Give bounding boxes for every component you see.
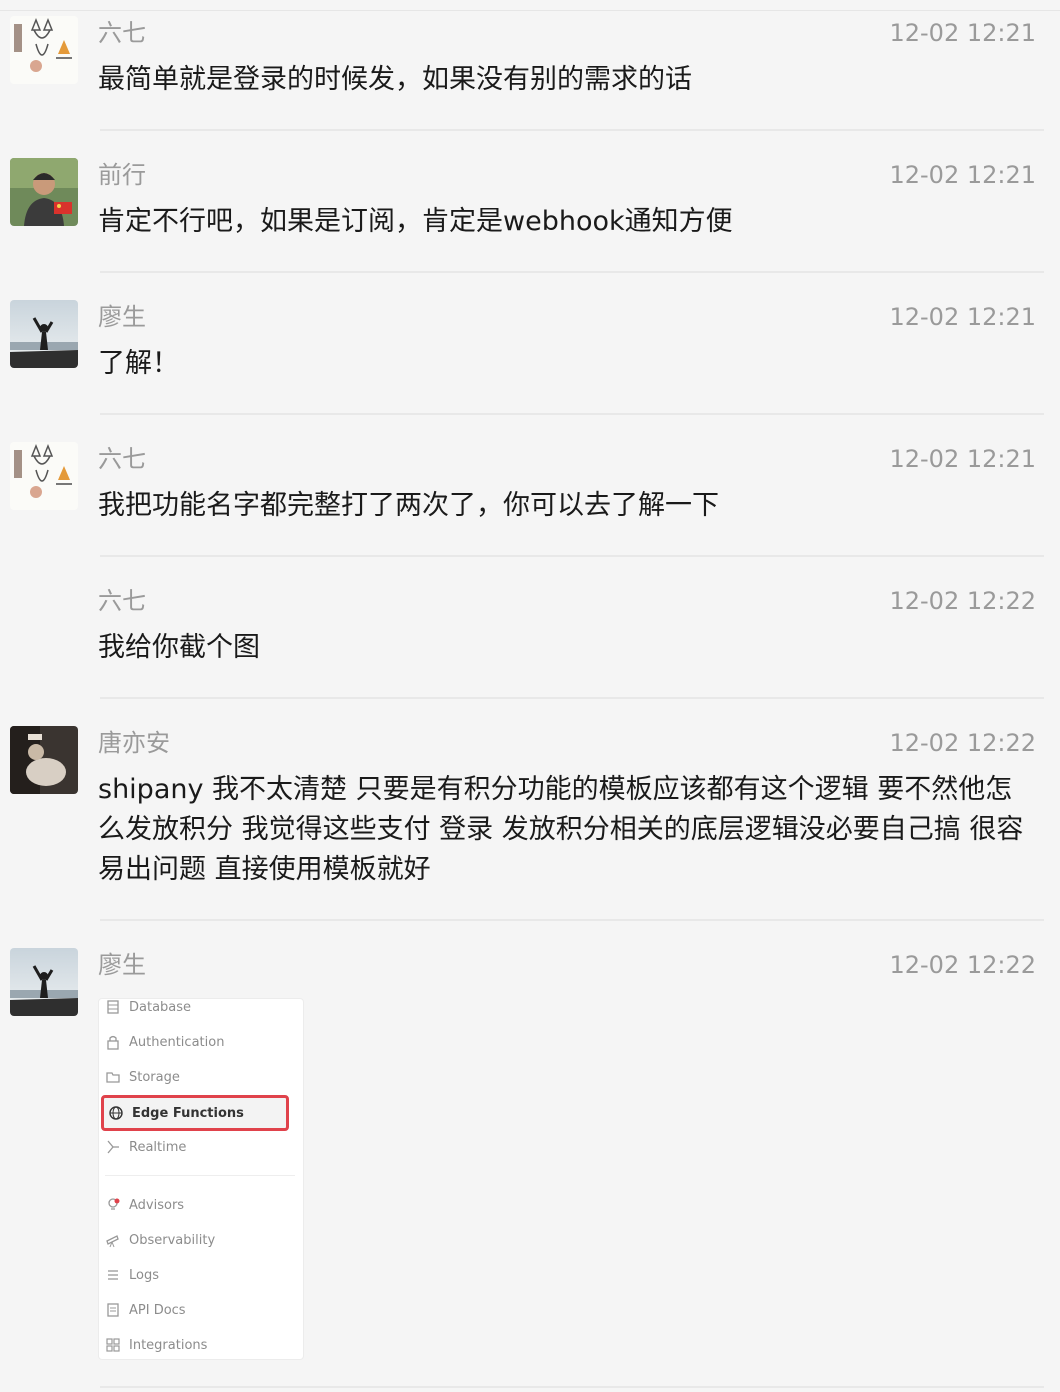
- grid-icon: [105, 1337, 121, 1353]
- menu-item-authentication: Authentication: [105, 1028, 295, 1056]
- message-text: shipany 我不太清楚 只要是有积分功能的模板应该都有这个逻辑 要不然他怎么…: [98, 774, 1024, 885]
- man-photo-avatar[interactable]: [10, 158, 78, 226]
- sender-name[interactable]: 六七: [98, 584, 146, 618]
- menu-item-observability: Observability: [105, 1226, 295, 1254]
- message-timestamp: 12-02 12:21: [889, 445, 1036, 473]
- message-text: 最简单就是登录的时候发，如果没有别的需求的话: [98, 64, 692, 95]
- message-divider: [100, 1386, 1044, 1388]
- sender-name[interactable]: 廖生: [98, 948, 146, 982]
- message-text: 肯定不行吧，如果是订阅，肯定是webhook通知方便: [98, 206, 733, 237]
- sender-name[interactable]: 前行: [98, 158, 146, 192]
- message-timestamp: 12-02 12:22: [889, 951, 1036, 979]
- menu-item-label: Storage: [129, 1069, 180, 1085]
- menu-item-label: Authentication: [129, 1034, 225, 1050]
- dog-sketch-avatar[interactable]: [10, 16, 78, 84]
- menu-item-label: Edge Functions: [132, 1105, 244, 1121]
- menu-item-integrations: Integrations: [105, 1331, 295, 1359]
- silhouette-avatar[interactable]: [10, 948, 78, 1016]
- message-divider: [100, 271, 1044, 273]
- dog-sketch-avatar[interactable]: [10, 442, 78, 510]
- menu-item-label: Integrations: [129, 1337, 208, 1353]
- menu-item-advisors: Advisors: [105, 1191, 295, 1219]
- message-timestamp: 12-02 12:22: [889, 587, 1036, 615]
- message-divider: [100, 555, 1044, 557]
- menu-divider: [105, 1175, 295, 1176]
- silhouette-avatar[interactable]: [10, 300, 78, 368]
- globe-icon: [108, 1105, 124, 1121]
- message-timestamp: 12-02 12:21: [889, 19, 1036, 47]
- sender-name[interactable]: 廖生: [98, 300, 146, 334]
- sender-name[interactable]: 六七: [98, 16, 146, 50]
- menu-item-database: Database: [105, 993, 295, 1021]
- message-divider: [100, 697, 1044, 699]
- menu-item-storage: Storage: [105, 1063, 295, 1091]
- lock-icon: [105, 1034, 121, 1050]
- menu-item-label: Observability: [129, 1232, 216, 1248]
- realtime-icon: [105, 1139, 121, 1155]
- message-text: 了解！: [98, 348, 179, 379]
- lightbulb-icon: [105, 1197, 121, 1213]
- menu-item-realtime: Realtime: [105, 1133, 295, 1161]
- folder-icon: [105, 1069, 121, 1085]
- dark-photo-avatar[interactable]: [10, 726, 78, 794]
- message-text: 我把功能名字都完整打了两次了，你可以去了解一下: [98, 490, 719, 521]
- menu-item-api-docs: API Docs: [105, 1296, 295, 1324]
- menu-item-label: Advisors: [129, 1197, 185, 1213]
- message-divider: [100, 129, 1044, 131]
- menu-item-logs: Logs: [105, 1261, 295, 1289]
- telescope-icon: [105, 1232, 121, 1248]
- database-icon: [105, 999, 121, 1015]
- message-timestamp: 12-02 12:22: [889, 729, 1036, 757]
- message-timestamp: 12-02 12:21: [889, 161, 1036, 189]
- menu-item-edge-functions: Edge Functions: [101, 1095, 289, 1131]
- message-divider: [100, 919, 1044, 921]
- screenshot-image[interactable]: Database Authentication Storage Edge Fun…: [98, 998, 304, 1360]
- menu-item-label: Realtime: [129, 1139, 187, 1155]
- document-icon: [105, 1302, 121, 1318]
- message-divider: [100, 413, 1044, 415]
- top-divider: [0, 10, 1060, 11]
- menu-item-label: Logs: [129, 1267, 159, 1283]
- menu-item-label: API Docs: [129, 1302, 186, 1318]
- list-icon: [105, 1267, 121, 1283]
- message-timestamp: 12-02 12:21: [889, 303, 1036, 331]
- menu-item-label: Database: [129, 999, 192, 1015]
- sender-name[interactable]: 六七: [98, 442, 146, 476]
- sender-name[interactable]: 唐亦安: [98, 726, 170, 760]
- message-text: 我给你截个图: [98, 632, 260, 663]
